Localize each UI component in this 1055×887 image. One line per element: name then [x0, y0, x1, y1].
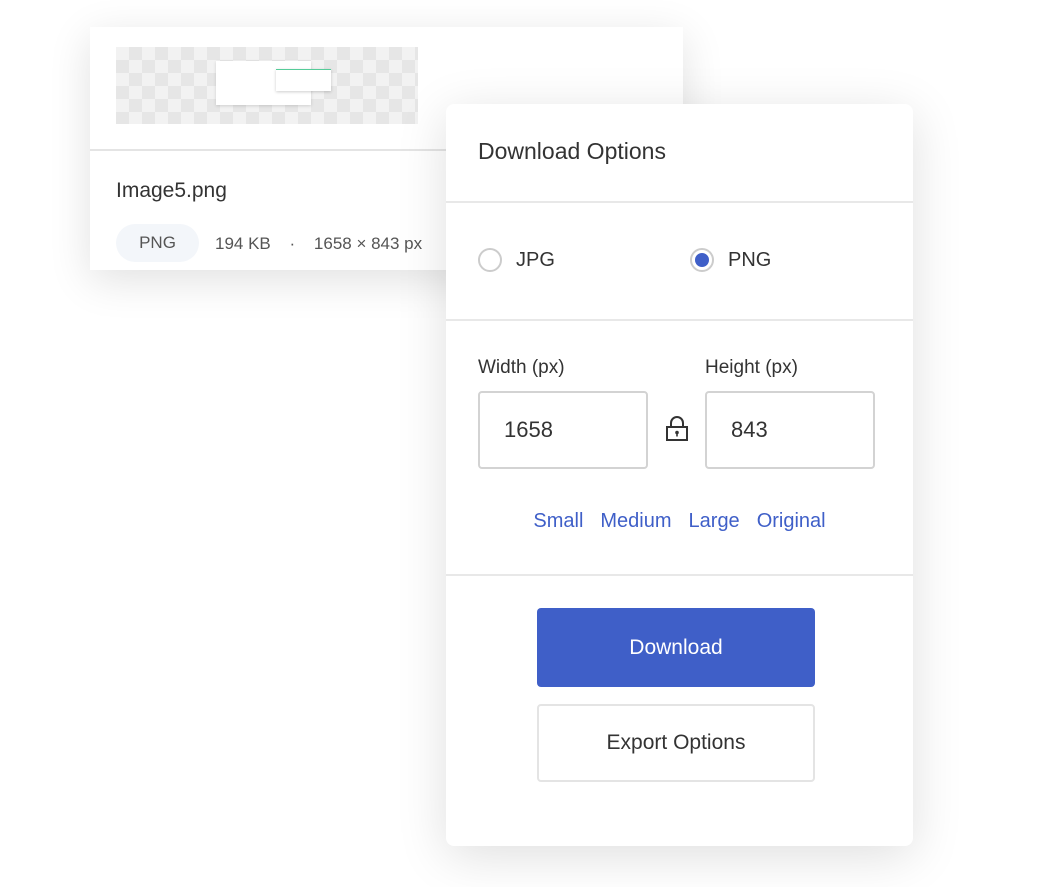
preset-large-link[interactable]: Large — [689, 510, 740, 533]
height-label: Height (px) — [705, 357, 798, 378]
image-thumbnail[interactable] — [116, 47, 418, 124]
divider — [446, 319, 913, 321]
radio-label: PNG — [728, 248, 772, 271]
dialog-title: Download Options — [478, 138, 666, 164]
meta-separator: · — [289, 234, 296, 253]
download-options-dialog: Download Options JPG PNG Width (px) Heig… — [446, 104, 913, 846]
file-meta: 194 KB · 1658 × 843 px — [215, 234, 422, 254]
export-options-button[interactable]: Export Options — [537, 704, 815, 782]
radio-unchecked-icon[interactable] — [478, 248, 502, 272]
height-input[interactable] — [705, 391, 875, 469]
download-button[interactable]: Download — [537, 608, 815, 687]
divider — [446, 201, 913, 203]
file-size: 194 KB — [215, 234, 271, 253]
thumbnail-preview-popup — [276, 69, 331, 91]
divider — [446, 574, 913, 576]
width-label: Width (px) — [478, 357, 565, 378]
file-dimensions: 1658 × 843 px — [313, 234, 423, 253]
lock-icon[interactable] — [665, 416, 689, 447]
preset-original-link[interactable]: Original — [757, 510, 826, 533]
radio-label: JPG — [516, 248, 555, 271]
format-radio-jpg[interactable]: JPG — [478, 248, 555, 272]
format-radio-png[interactable]: PNG — [690, 248, 771, 272]
format-badge: PNG — [116, 224, 199, 262]
size-presets: Small Medium Large Original — [446, 510, 913, 533]
width-input[interactable] — [478, 391, 648, 469]
preset-small-link[interactable]: Small — [533, 510, 583, 533]
preset-medium-link[interactable]: Medium — [600, 510, 671, 533]
file-name: Image5.png — [116, 179, 227, 202]
radio-checked-icon[interactable] — [690, 248, 714, 272]
